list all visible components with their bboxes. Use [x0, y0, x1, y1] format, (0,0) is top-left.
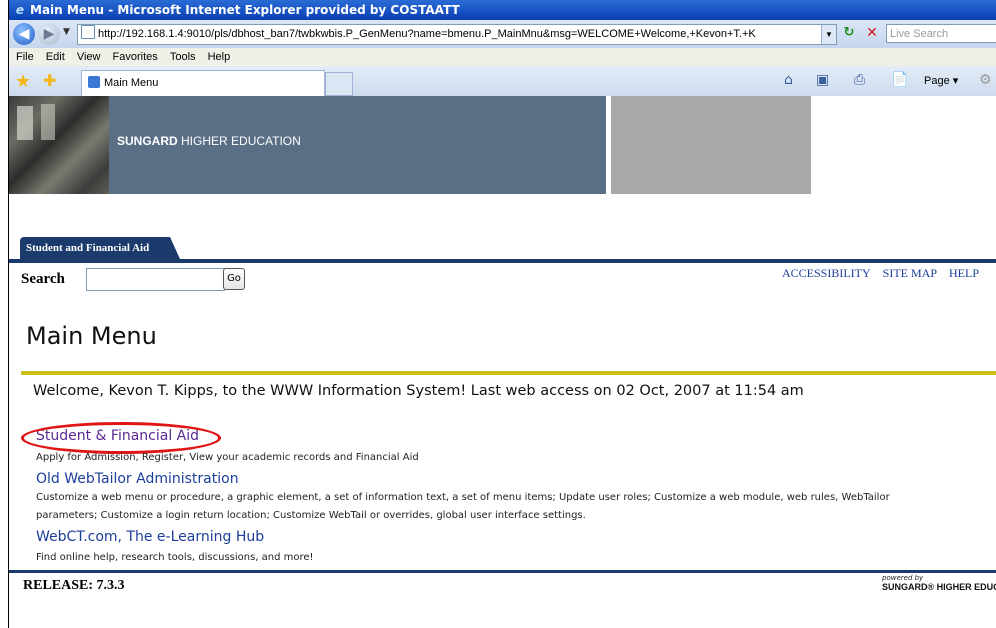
forward-button[interactable]: ▶	[38, 23, 60, 45]
address-bar[interactable]: http://192.168.1.4:9010/pls/dbhost_ban7/…	[77, 24, 837, 45]
sungard-logo: SUNGARD® HIGHER EDUCAT	[882, 582, 996, 592]
browser-window: e Main Menu - Microsoft Internet Explorer…	[8, 0, 996, 628]
ie-logo-icon: e	[15, 3, 25, 17]
stop-icon[interactable]: ✕	[862, 25, 882, 43]
release-label: RELEASE: 7.3.3	[23, 578, 125, 593]
live-search-input[interactable]: Live Search	[886, 24, 996, 43]
menu-item-description: Find online help, research tools, discus…	[36, 552, 314, 563]
home-icon[interactable]: ⌂	[784, 72, 793, 88]
top-links: ACCESSIBILITY SITE MAP HELP	[782, 266, 988, 281]
menu-file[interactable]: File	[16, 51, 34, 63]
window-title: Main Menu - Microsoft Internet Explorer …	[30, 3, 460, 17]
help-link[interactable]: HELP	[949, 266, 979, 280]
search-label: Search	[21, 271, 65, 287]
powered-by-text: powered by	[882, 574, 924, 582]
menu-favorites[interactable]: Favorites	[113, 51, 158, 63]
page-title: Main Menu	[26, 322, 157, 350]
menu-view[interactable]: View	[77, 51, 101, 63]
title-bar: e Main Menu - Microsoft Internet Explorer…	[9, 0, 996, 20]
banner-photo	[9, 96, 109, 194]
back-button[interactable]: ◀	[13, 23, 35, 45]
browser-tab-main-menu[interactable]: Main Menu	[81, 70, 325, 96]
favorites-star-icon[interactable]: ★	[15, 71, 31, 92]
search-input[interactable]	[86, 268, 225, 291]
page-menu-icon[interactable]: 📄	[891, 72, 908, 88]
tab-row: ★ ✚ Main Menu ⌂ ▣ ⎙ 📄 Page ▾ ⚙	[9, 66, 996, 97]
menu-item-description: Apply for Admission, Register, View your…	[36, 452, 419, 463]
menu-bar: File Edit View Favorites Tools Help	[9, 48, 996, 66]
menu-help[interactable]: Help	[208, 51, 231, 63]
menu-item-description: Customize a web menu or procedure, a gra…	[36, 492, 890, 503]
print-icon[interactable]: ⎙	[854, 72, 865, 88]
address-toolbar: ◀ ▶ ▼ http://192.168.1.4:9010/pls/dbhost…	[9, 20, 996, 48]
menu-tools[interactable]: Tools	[170, 51, 196, 63]
banner: SUNGARD HIGHER EDUCATION	[9, 96, 996, 194]
banner-brand-block: SUNGARD HIGHER EDUCATION	[109, 96, 606, 194]
address-dropdown-icon[interactable]: ▼	[821, 25, 836, 44]
tab-student-financial-aid[interactable]: Student and Financial Aid	[20, 237, 180, 259]
brand-subtitle: HIGHER EDUCATION	[181, 134, 301, 148]
brand-name: SUNGARD	[117, 134, 178, 148]
banner-gray-block	[611, 96, 811, 194]
menu-item-old-webtailor[interactable]: Old WebTailor Administration	[36, 471, 239, 487]
address-url[interactable]: http://192.168.1.4:9010/pls/dbhost_ban7/…	[98, 28, 756, 40]
title-divider	[21, 371, 996, 375]
menu-item-webct[interactable]: WebCT.com, The e-Learning Hub	[36, 529, 264, 545]
footer-divider	[9, 570, 996, 573]
history-dropdown-icon[interactable]: ▼	[63, 27, 70, 37]
new-tab-button[interactable]	[325, 72, 353, 96]
browser-tab-label: Main Menu	[104, 77, 159, 89]
feeds-icon[interactable]: ▣	[816, 72, 829, 88]
tools-gear-icon[interactable]: ⚙	[979, 72, 992, 88]
site-map-link[interactable]: SITE MAP	[883, 266, 937, 280]
accessibility-link[interactable]: ACCESSIBILITY	[782, 266, 871, 280]
welcome-message: Welcome, Kevon T. Kipps, to the WWW Info…	[33, 383, 804, 399]
go-button[interactable]: Go	[223, 268, 245, 290]
refresh-icon[interactable]: ↻	[839, 25, 859, 43]
menu-item-description: parameters; Customize a login return loc…	[36, 510, 586, 521]
page-icon	[81, 25, 95, 39]
tab-page-icon	[88, 76, 100, 88]
page-menu-button[interactable]: Page ▾	[924, 74, 958, 87]
add-favorite-icon[interactable]: ✚	[43, 71, 56, 90]
menu-edit[interactable]: Edit	[46, 51, 65, 63]
nav-divider	[9, 259, 996, 263]
